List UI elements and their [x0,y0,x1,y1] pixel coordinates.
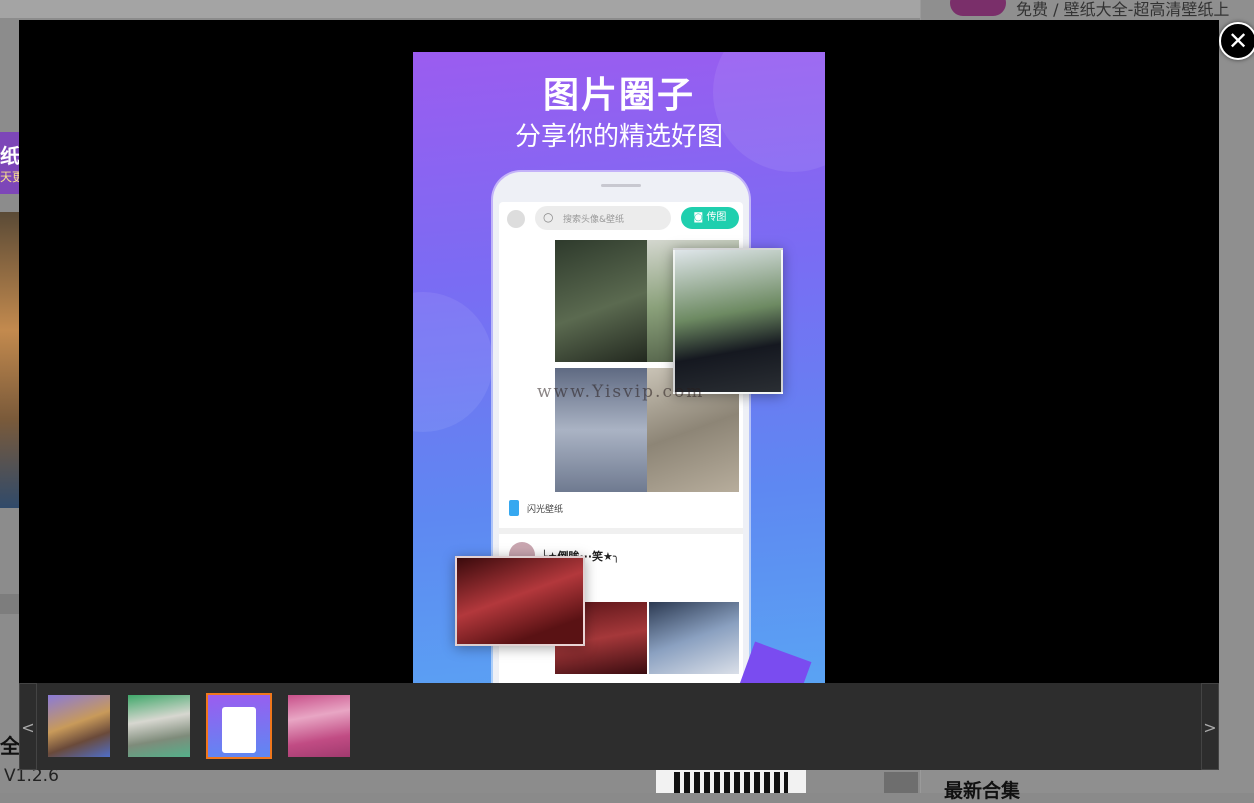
thumbnail-1[interactable] [48,695,110,757]
right-thumb [884,772,918,793]
user-avatar [507,210,525,228]
qr-code [674,772,788,793]
phone-speaker [601,184,641,187]
thumbnail-phone-preview [222,707,256,753]
upload-label: 传图 [706,212,727,223]
promo-subtitle: 分享你的精选好图 [514,122,723,152]
breadcrumb: 免费 / 壁纸大全-超高清壁纸上 [1016,0,1230,19]
search-bar: ○ 搜索头像&壁纸 [535,206,671,230]
app-title: 全 [0,734,20,758]
image-lightbox: 图片圈子 分享你的精选好图 ○ 搜索头像&壁纸 ◙ 传图 闪光壁纸 www.Yi… [19,20,1254,770]
featured-photo-card [673,248,783,394]
left-divider [0,594,20,614]
promo-title: 图片圈子 [542,75,695,116]
phone-divider [499,528,743,534]
lightbox-stage: 图片圈子 分享你的精选好图 ○ 搜索头像&壁纸 ◙ 传图 闪光壁纸 www.Yi… [19,20,1219,683]
left-banner-title: 纸 [0,144,20,168]
decor-circle [413,292,493,432]
wallpaper-tile [649,602,739,674]
latest-collection-heading: 最新合集 [944,780,1021,802]
thumbnail-4[interactable] [288,695,350,757]
thumbnail-next-button[interactable]: > [1201,683,1219,770]
thumbnail-3-selected[interactable] [206,693,272,759]
thumbnail-2[interactable] [128,695,190,757]
close-icon[interactable]: ✕ [1219,22,1254,60]
main-screenshot-image: 图片圈子 分享你的精选好图 ○ 搜索头像&壁纸 ◙ 传图 闪光壁纸 www.Yi… [413,52,825,683]
camera-icon: ◙ [693,212,707,223]
thumbnail-prev-button[interactable]: < [19,683,37,770]
thumbnail-strip: < > [19,683,1219,770]
site-logo [950,0,1006,16]
app-icon [509,500,519,516]
watermark: www.Yisvip.com [537,382,705,402]
left-preview-image [0,212,20,508]
wallpaper-tile [555,240,647,362]
upload-button: ◙ 传图 [681,207,739,229]
search-placeholder: 搜索头像&壁纸 [563,215,625,225]
app-name: 闪光壁纸 [527,505,564,515]
search-icon: ○ [543,210,554,224]
featured-photo-card [455,556,585,646]
